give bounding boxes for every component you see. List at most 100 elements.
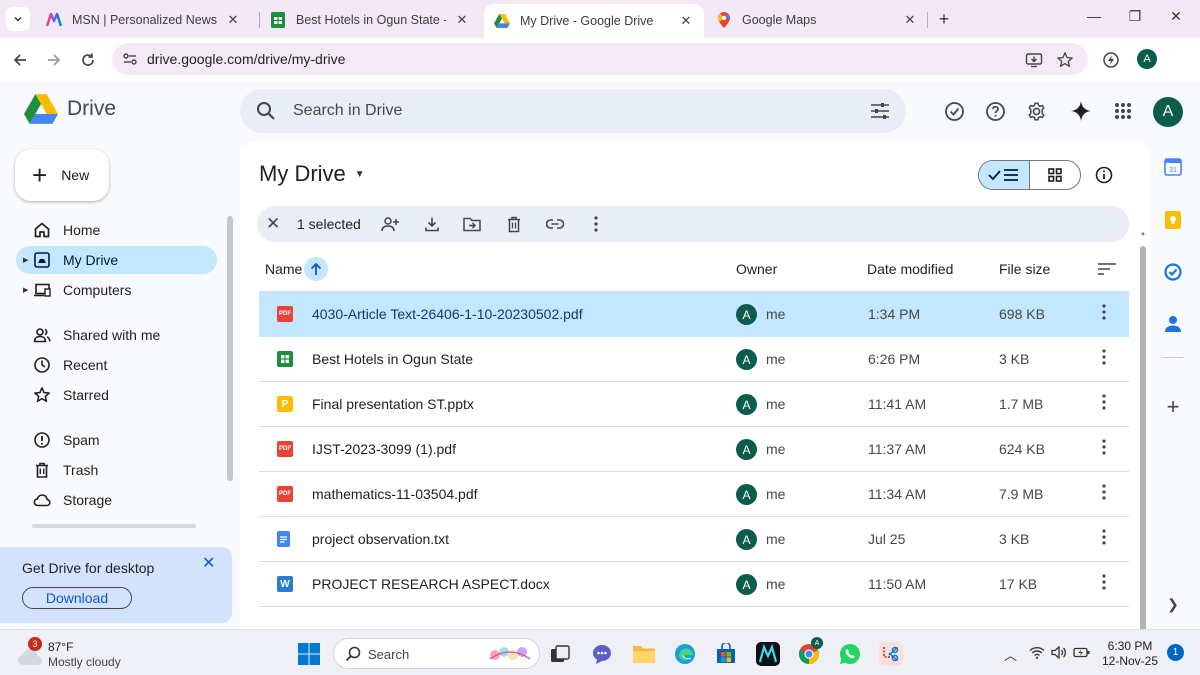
support-button[interactable] — [984, 100, 1006, 122]
chrome-taskbar-button[interactable]: A — [797, 637, 823, 666]
close-icon[interactable]: ✕ — [202, 553, 215, 573]
gemini-button[interactable] — [1070, 100, 1092, 122]
tab-search-button[interactable] — [6, 7, 30, 31]
table-row[interactable]: PDF mathematics-11-03504.pdf Ame 11:34 AM 7.… — [259, 472, 1129, 517]
pinned-app-button[interactable] — [756, 642, 780, 666]
notification-badge[interactable]: 1 — [1167, 644, 1184, 661]
settings-button[interactable] — [1025, 100, 1047, 122]
column-header-owner[interactable]: Owner — [736, 261, 777, 277]
weather-widget[interactable]: 3 87°F Mostly cloudy — [17, 637, 157, 670]
new-tab-button[interactable]: + — [934, 9, 954, 30]
wifi-icon[interactable] — [1029, 646, 1045, 659]
teams-chat-button[interactable] — [590, 642, 614, 666]
system-clock[interactable]: 6:30 PM 12-Nov-25 — [1100, 639, 1160, 669]
tab-msn[interactable]: MSN | Personalized News, Top H ✕ — [36, 4, 251, 36]
tab-my-drive[interactable]: My Drive - Google Drive ✕ — [484, 4, 704, 38]
column-header-modified[interactable]: Date modified — [867, 261, 953, 277]
address-bar[interactable]: drive.google.com/drive/my-drive — [112, 43, 1088, 75]
close-icon[interactable]: ✕ — [454, 12, 470, 28]
more-options-icon[interactable] — [1097, 439, 1111, 461]
close-window-button[interactable]: ✕ — [1166, 8, 1186, 25]
clear-selection-icon[interactable]: ✕ — [266, 214, 280, 234]
more-options-icon[interactable] — [1097, 574, 1111, 596]
sidebar-item-spam[interactable]: Spam — [16, 426, 217, 454]
site-settings-icon[interactable] — [122, 51, 138, 67]
more-options-icon[interactable] — [1097, 529, 1111, 551]
restore-button[interactable]: ❐ — [1125, 8, 1145, 25]
info-icon[interactable] — [1095, 166, 1113, 184]
more-options-icon[interactable] — [1097, 349, 1111, 371]
trash-icon[interactable] — [505, 215, 523, 233]
sidebar-item-computers[interactable]: ▶ Computers — [16, 276, 217, 304]
download-icon[interactable] — [423, 215, 441, 233]
new-button[interactable]: + New — [15, 149, 109, 201]
search-input[interactable]: Search in Drive — [293, 102, 402, 120]
more-options-icon[interactable] — [1097, 304, 1111, 326]
whatsapp-button[interactable] — [838, 642, 862, 666]
show-hidden-icons-chevron-up-icon[interactable]: ︿ — [1004, 645, 1017, 664]
file-explorer-button[interactable] — [632, 642, 656, 666]
calendar-app-button[interactable]: 31 — [1163, 157, 1183, 177]
sidebar-item-home[interactable]: Home — [16, 216, 217, 244]
google-apps-button[interactable] — [1112, 100, 1134, 122]
edge-browser-button[interactable] — [673, 642, 697, 666]
start-button[interactable] — [297, 642, 321, 666]
browser-profile-avatar[interactable]: A — [1137, 49, 1157, 69]
column-header-name[interactable]: Name — [265, 261, 302, 277]
get-add-ons-button[interactable]: + — [1163, 394, 1183, 419]
battery-charging-icon[interactable] — [1073, 646, 1091, 659]
share-icon[interactable] — [381, 215, 399, 233]
page-title-dropdown[interactable]: My Drive ▼ — [259, 161, 365, 187]
sidebar-item-trash[interactable]: Trash — [16, 456, 217, 484]
table-row[interactable]: project observation.txt Ame Jul 25 3 KB — [259, 517, 1129, 562]
close-icon[interactable]: ✕ — [678, 13, 694, 29]
table-row[interactable]: W PROJECT RESEARCH ASPECT.docx Ame 11:50 AM… — [259, 562, 1129, 607]
sidebar-item-shared-with-me[interactable]: Shared with me — [16, 321, 217, 349]
sidebar-item-storage[interactable]: Storage — [16, 486, 217, 514]
minimize-button[interactable]: — — [1084, 8, 1104, 24]
microsoft-store-button[interactable] — [714, 642, 738, 666]
close-icon[interactable]: ✕ — [225, 12, 241, 28]
column-header-size[interactable]: File size — [999, 261, 1050, 277]
expand-caret-icon[interactable]: ▶ — [23, 256, 28, 264]
table-row[interactable]: PDF 4030-Article Text-26406-1-10-20230502… — [259, 292, 1129, 337]
contacts-app-button[interactable] — [1163, 314, 1183, 334]
sidebar-item-recent[interactable]: Recent — [16, 351, 217, 379]
taskbar-search-box[interactable]: Search — [333, 638, 540, 669]
tab-google-maps[interactable]: Google Maps ✕ — [706, 4, 928, 36]
list-view-button[interactable] — [979, 161, 1030, 189]
copy-link-icon[interactable] — [546, 215, 564, 233]
close-icon[interactable]: ✕ — [902, 12, 918, 28]
sidebar-item-my-drive[interactable]: ▶ My Drive — [16, 246, 217, 274]
task-view-button[interactable] — [548, 642, 572, 666]
download-button[interactable]: Download — [22, 587, 132, 609]
offline-ready-button[interactable] — [943, 100, 965, 122]
move-to-folder-icon[interactable] — [463, 215, 481, 233]
more-actions-icon[interactable] — [587, 215, 605, 233]
expand-side-panel-button[interactable]: ❯ — [1163, 594, 1183, 614]
table-row[interactable]: Best Hotels in Ogun State Ame 6:26 PM 3 KB — [259, 337, 1129, 382]
table-row[interactable]: PDF IJST-2023-3099 (1).pdf Ame 11:37 AM 624 … — [259, 427, 1129, 472]
drive-search-bar[interactable]: Search in Drive — [240, 89, 906, 133]
scroll-up-arrow[interactable]: ▲ — [1140, 231, 1146, 237]
search-options-icon[interactable] — [870, 102, 890, 120]
volume-icon[interactable] — [1051, 646, 1067, 659]
expand-caret-icon[interactable]: ▶ — [23, 286, 28, 294]
sort-options-icon[interactable] — [1098, 263, 1116, 275]
sort-ascending-button[interactable] — [304, 257, 328, 281]
file-list-scrollbar[interactable] — [1140, 246, 1146, 664]
snipping-tool-button[interactable] — [879, 642, 903, 666]
install-app-icon[interactable] — [1025, 51, 1043, 69]
performance-icon[interactable] — [1101, 50, 1121, 70]
account-avatar[interactable]: A — [1153, 97, 1183, 127]
keep-app-button[interactable] — [1163, 210, 1183, 230]
drive-logo[interactable]: Drive — [24, 94, 116, 124]
sidebar-item-starred[interactable]: Starred — [16, 381, 217, 409]
more-options-icon[interactable] — [1097, 484, 1111, 506]
reload-button[interactable] — [77, 49, 99, 71]
bookmark-star-icon[interactable] — [1056, 51, 1074, 69]
table-row[interactable]: P Final presentation ST.pptx Ame 11:41 AM 1.… — [259, 382, 1129, 427]
grid-view-button[interactable] — [1030, 161, 1080, 189]
tab-best-hotels[interactable]: Best Hotels in Ogun State - Goo ✕ — [260, 4, 480, 36]
forward-button[interactable] — [43, 49, 65, 71]
